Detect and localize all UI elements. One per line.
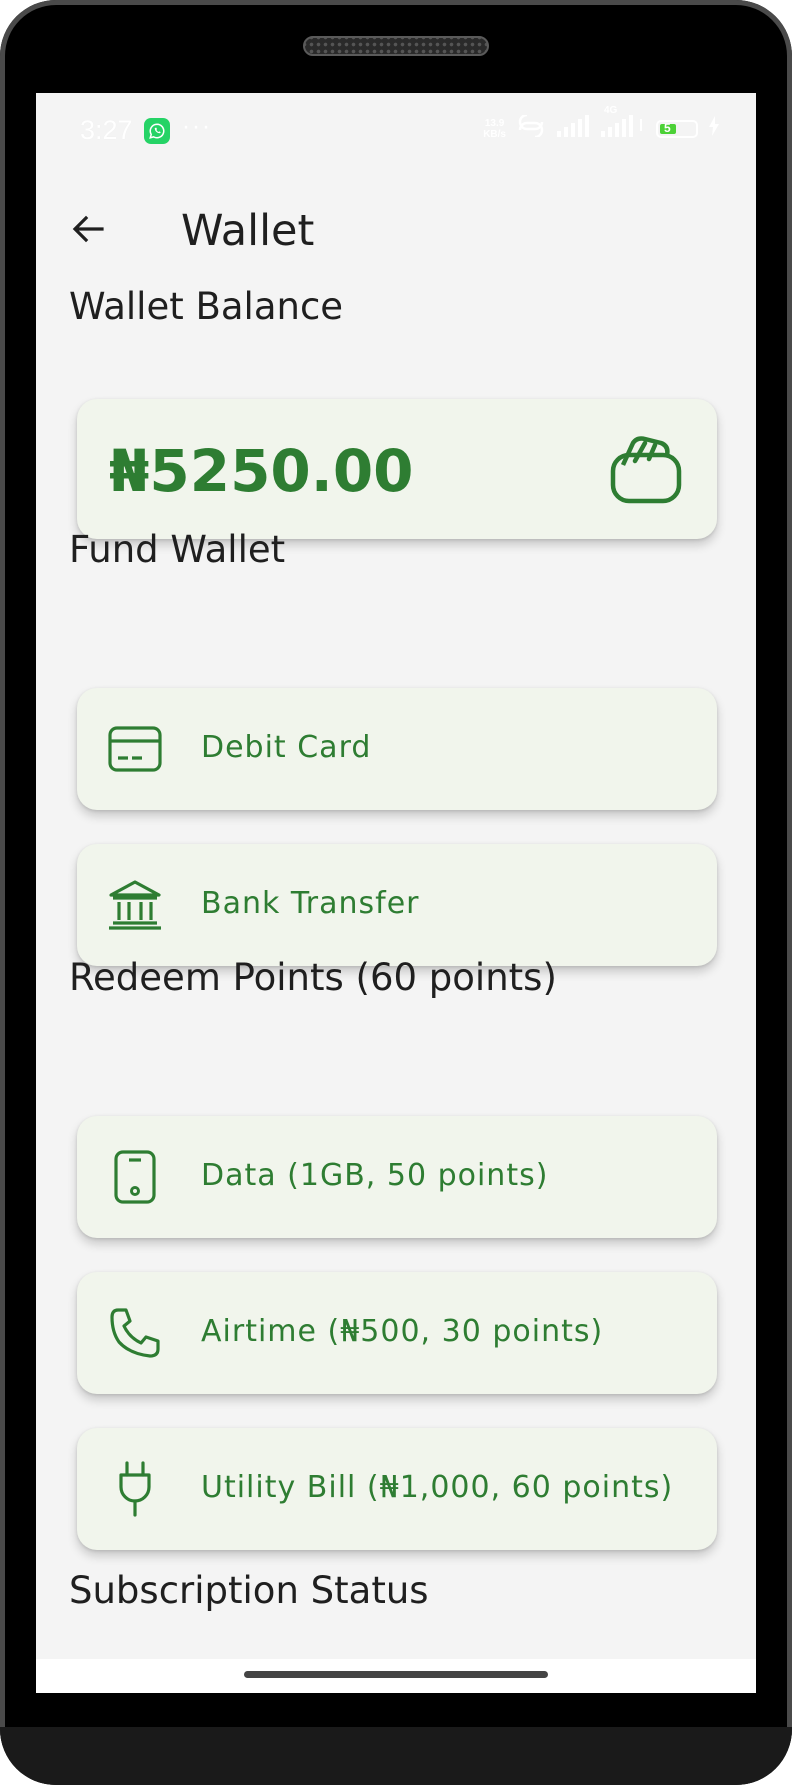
debit-card-option[interactable]: Debit Card <box>77 688 717 810</box>
battery-icon: 5 <box>656 119 698 138</box>
plug-icon <box>107 1461 163 1517</box>
option-label: Utility Bill (₦1,000, 60 points) <box>201 1470 674 1505</box>
redeem-points-heading: Redeem Points (60 points) <box>69 956 557 999</box>
more-notifications-icon: ··· <box>182 113 212 140</box>
option-label: Bank Transfer <box>201 886 420 921</box>
balance-card: ₦5250.00 <box>77 399 717 539</box>
network-type: 4G <box>604 105 618 116</box>
status-icons: 13.9 KB/s 4G 5 <box>483 105 720 142</box>
app-bar: Wallet <box>36 173 756 283</box>
status-bar: 3:27 ··· 13.9 KB/s 4G 5 <box>36 93 756 173</box>
back-button[interactable] <box>60 201 116 257</box>
navigation-bar <box>36 1659 756 1693</box>
wallet-balance-heading: Wallet Balance <box>69 285 344 328</box>
page-title: Wallet <box>181 206 315 256</box>
network-speed: 13.9 KB/s <box>483 118 506 140</box>
screen: 3:27 ··· 13.9 KB/s 4G 5 Wallet Wallet Ba… <box>36 93 756 1693</box>
bottom-bezel <box>0 1727 792 1785</box>
charging-icon <box>708 115 720 142</box>
redeem-airtime-option[interactable]: Airtime (₦500, 30 points) <box>77 1272 717 1394</box>
balance-amount: ₦5250.00 <box>109 437 414 505</box>
battery-level: 5 <box>664 120 671 135</box>
whatsapp-icon <box>144 118 170 144</box>
speaker-grille <box>303 36 489 56</box>
signal-icon <box>556 115 590 142</box>
fund-wallet-heading: Fund Wallet <box>69 528 286 571</box>
arrow-left-icon <box>72 215 104 243</box>
status-time: 3:27 <box>80 115 133 145</box>
home-gesture-handle[interactable] <box>244 1671 548 1678</box>
option-label: Airtime (₦500, 30 points) <box>201 1314 604 1349</box>
option-label: Data (1GB, 50 points) <box>201 1158 549 1193</box>
network-speed-unit: KB/s <box>483 128 506 140</box>
bank-transfer-option[interactable]: Bank Transfer <box>77 844 717 966</box>
phone-icon <box>107 1149 163 1205</box>
network-speed-value: 13.9 <box>484 117 505 129</box>
signal-4g-icon: 4G <box>600 105 646 142</box>
hotspot-icon <box>516 113 546 142</box>
redeem-data-option[interactable]: Data (1GB, 50 points) <box>77 1116 717 1238</box>
subscription-status-heading: Subscription Status <box>69 1569 429 1612</box>
credit-card-icon <box>107 721 163 777</box>
phone-frame: 3:27 ··· 13.9 KB/s 4G 5 Wallet Wallet Ba… <box>0 0 792 1785</box>
bank-icon <box>107 877 163 933</box>
call-icon <box>107 1305 163 1361</box>
redeem-utility-bill-option[interactable]: Utility Bill (₦1,000, 60 points) <box>77 1428 717 1550</box>
option-label: Debit Card <box>201 730 372 765</box>
wallet-icon <box>610 436 682 504</box>
